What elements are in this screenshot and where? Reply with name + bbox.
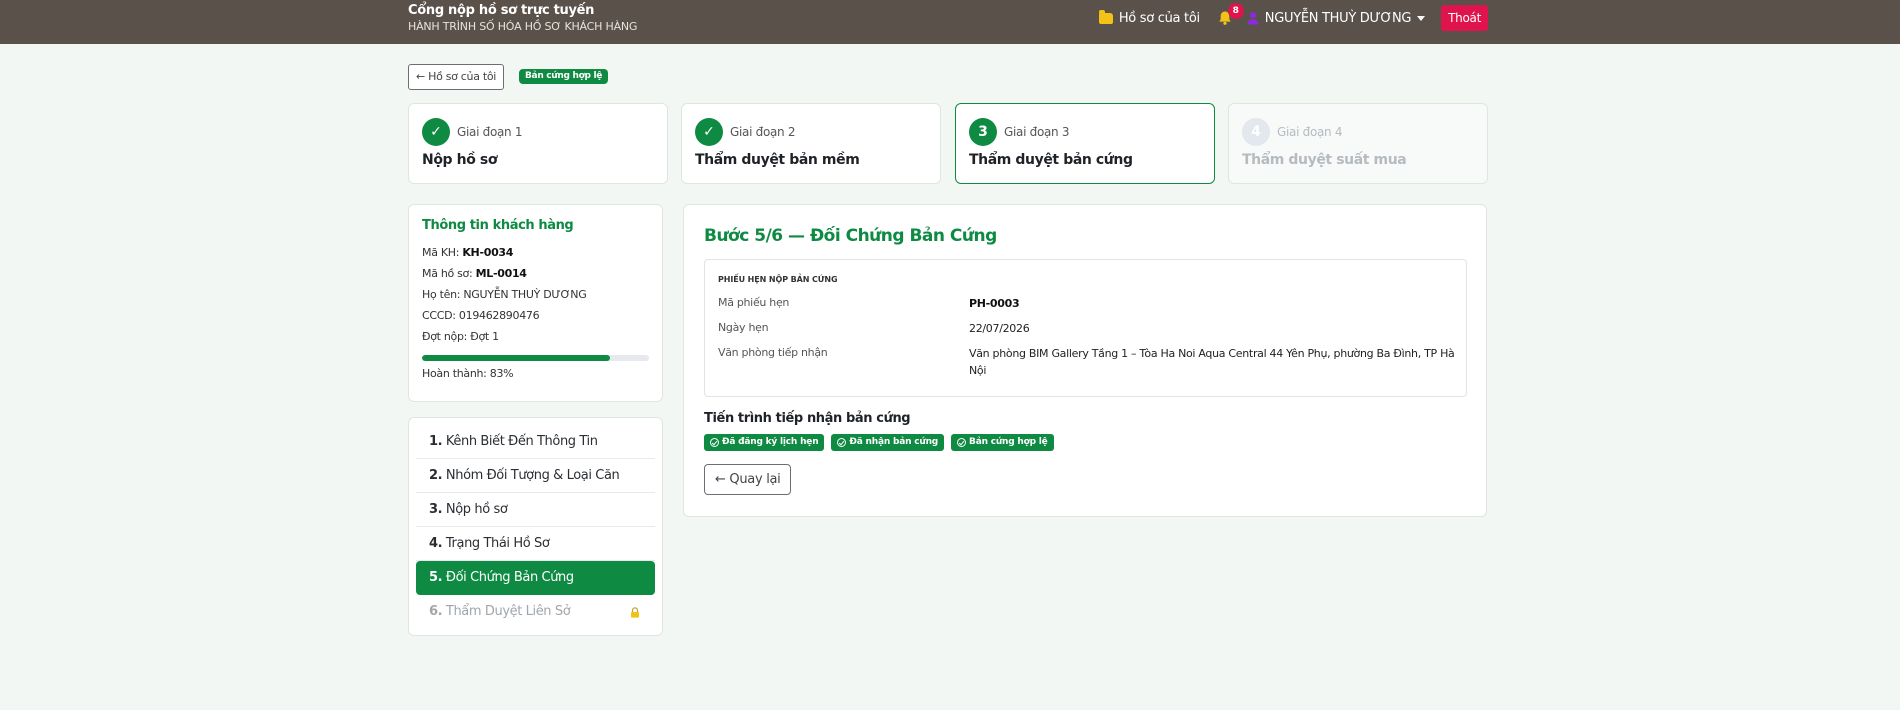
step-item-2[interactable]: 2. Nhóm Đối Tượng & Loại Căn [416,459,655,493]
back-to-my-files-button[interactable]: ← Hồ sơ của tôi [408,64,505,90]
office-value: Văn phòng BIM Gallery Tầng 1 – Tòa Ha No… [969,347,1455,377]
step-label: Thẩm Duyệt Liên Sở [445,604,571,619]
step-number: 5. [429,570,443,585]
customer-info-card: Thông tin khách hàng Mã KH: KH-0034 Mã h… [408,204,663,402]
step-item-1[interactable]: 1. Kênh Biết Đến Thông Tin [416,425,655,459]
step-item-6: 6. Thẩm Duyệt Liên Sở [416,595,655,629]
step-label: Kênh Biết Đến Thông Tin [445,434,598,449]
step-item-4[interactable]: 4. Trạng Thái Hồ Sơ [416,527,655,561]
folder-icon [1098,9,1113,24]
stage-title: Thẩm duyệt suất mua [1242,152,1407,168]
check-circle-icon [957,438,967,447]
stage-card-4: 4 Giai đoạn 4 Thẩm duyệt suất mua [1228,103,1488,184]
top-bar: Cổng nộp hồ sơ trực tuyến HÀNH TRÌNH SỐ … [0,0,1900,44]
file-id-row: Mã hồ sơ: ML-0014 [422,263,649,284]
step-number: 6. [429,604,443,619]
step-item-3[interactable]: 3. Nộp hồ sơ [416,493,655,527]
step-number: 1. [429,434,443,449]
customer-id-value: KH-0034 [462,246,514,259]
id-card-row: CCCD: 019462890476 [422,305,649,326]
stage-phase: Giai đoạn 3 [1004,125,1070,139]
notifications-button[interactable]: 8 [1216,3,1244,29]
step-label: Nộp hồ sơ [445,502,508,517]
notification-badge: 8 [1227,3,1244,19]
user-menu[interactable]: NGUYỄN THUỲ DƯƠNG [1246,10,1426,26]
step-label: Trạng Thái Hồ Sơ [445,536,550,551]
completion-label: Hoàn thành: 83% [422,367,514,380]
chevron-down-icon [1417,15,1426,21]
batch-value: Đợt 1 [470,330,499,343]
chip-label: Đã nhận bản cứng [849,437,939,447]
my-files-link[interactable]: Hồ sơ của tôi [1098,9,1200,26]
file-id-value: ML-0014 [475,267,527,280]
my-files-label: Hồ sơ của tôi [1118,10,1200,26]
office-label: Văn phòng tiếp nhận [718,346,828,359]
steps-nav: 1. Kênh Biết Đến Thông Tin 2. Nhóm Đối T… [408,417,663,636]
chip-label: Đã đăng ký lịch hẹn [722,437,819,447]
batch-row: Đợt nộp: Đợt 1 [422,326,649,347]
completion-progress-bar [422,355,649,361]
ticket-code-label: Mã phiếu hẹn [718,296,790,309]
receipt-progress-chips: Đã đăng ký lịch hẹn Đã nhận bản cứng Bản… [704,434,1061,451]
full-name-label: Họ tên: [422,288,461,301]
stage-card-2[interactable]: ✓ Giai đoạn 2 Thẩm duyệt bản mềm [681,103,941,184]
chip-label: Bản cứng hợp lệ [969,437,1048,447]
stage-phase: Giai đoạn 4 [1277,125,1343,139]
stage-title: Thẩm duyệt bản cứng [969,152,1133,168]
progress-chip: Bản cứng hợp lệ [951,434,1054,451]
customer-id-row: Mã KH: KH-0034 [422,242,649,263]
brand[interactable]: Cổng nộp hồ sơ trực tuyến HÀNH TRÌNH SỐ … [408,2,637,35]
customer-info-title: Thông tin khách hàng [422,218,574,233]
top-actions: Hồ sơ của tôi 8 NGUYỄN THUỲ DƯƠNG Thoát [1098,3,1488,31]
step-number: 3. [429,502,443,517]
stage-card-1[interactable]: ✓ Giai đoạn 1 Nộp hồ sơ [408,103,668,184]
id-card-label: CCCD: [422,309,456,322]
step-label: Nhóm Đối Tượng & Loại Căn [445,468,620,483]
id-card-value: 019462890476 [458,309,540,322]
receipt-progress-title: Tiến trình tiếp nhận bản cứng [704,411,911,426]
stage-number: 3 [969,118,997,146]
stage-title: Thẩm duyệt bản mềm [695,152,860,168]
stage-phase: Giai đoạn 1 [457,125,523,139]
full-name-row: Họ tên: NGUYỄN THUỲ DƯƠNG [422,284,649,305]
stage-check-icon: ✓ [695,118,723,146]
file-id-label: Mã hồ sơ: [422,267,473,280]
appointment-ticket: PHIẾU HẸN NỘP BẢN CỨNG Mã phiếu hẹn PH-0… [704,259,1467,397]
stage-title: Nộp hồ sơ [422,152,498,168]
status-badge: Bản cứng hợp lệ [519,69,609,84]
check-circle-icon [837,438,847,447]
progress-fill [422,355,611,361]
back-button[interactable]: ← Quay lại [704,464,792,495]
step-item-5[interactable]: 5. Đối Chứng Bản Cứng [416,561,655,595]
customer-id-label: Mã KH: [422,246,460,259]
main-content-card: Bước 5/6 — Đối Chứng Bản Cứng PHIẾU HẸN … [683,204,1487,517]
batch-label: Đợt nộp: [422,330,468,343]
logout-button[interactable]: Thoát [1441,5,1488,31]
ticket-heading: PHIẾU HẸN NỘP BẢN CỨNG [718,275,838,284]
user-icon [1247,12,1259,25]
step-title: Bước 5/6 — Đối Chứng Bản Cứng [704,226,997,246]
progress-chip: Đã đăng ký lịch hẹn [704,434,825,451]
stage-card-3[interactable]: 3 Giai đoạn 3 Thẩm duyệt bản cứng [955,103,1215,184]
stage-check-icon: ✓ [422,118,450,146]
step-label: Đối Chứng Bản Cứng [445,570,574,585]
app-title: Cổng nộp hồ sơ trực tuyến [408,3,595,18]
user-name: NGUYỄN THUỲ DƯƠNG [1264,10,1412,26]
check-circle-icon [710,438,719,447]
stage-phase: Giai đoạn 2 [730,125,796,139]
full-name-value: NGUYỄN THUỲ DƯƠNG [463,288,587,301]
step-number: 2. [429,468,443,483]
appointment-date-label: Ngày hẹn [718,321,769,334]
ticket-code-value: PH-0003 [969,297,1020,310]
step-number: 4. [429,536,443,551]
stage-number: 4 [1242,118,1270,146]
appointment-date-value: 22/07/2026 [969,322,1030,335]
progress-chip: Đã nhận bản cứng [831,434,945,451]
lock-icon [631,607,639,618]
app-subtitle: HÀNH TRÌNH SỐ HÓA HỒ SƠ KHÁCH HÀNG [408,20,638,33]
